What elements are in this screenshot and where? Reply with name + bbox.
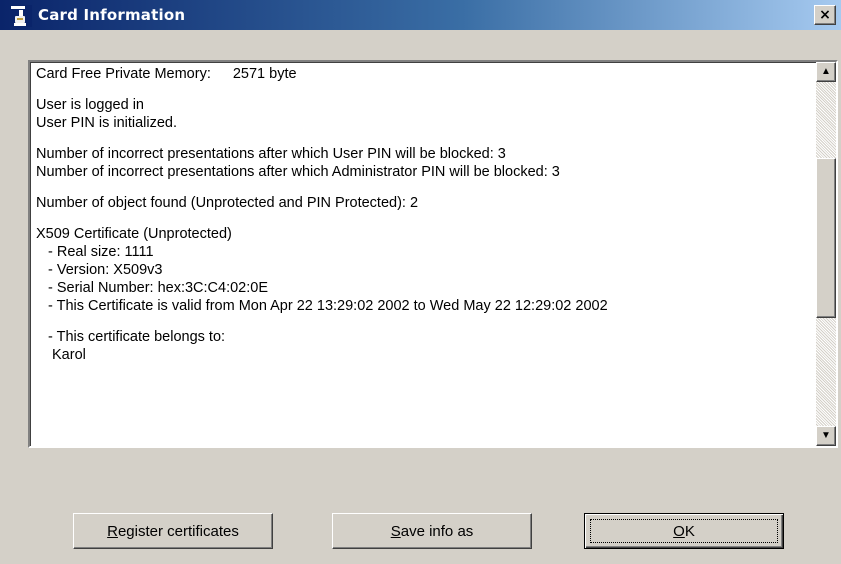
objects-found: Number of object found (Unprotected and … xyxy=(36,195,419,211)
memory-label: Card Free Private Memory: xyxy=(36,66,211,82)
register-certificates-label: Register certificates xyxy=(107,522,239,540)
admin-pin-attempts: Number of incorrect presentations after … xyxy=(36,164,560,180)
cert-serial: - Serial Number: hex:3C:C4:02:0E xyxy=(48,280,269,296)
arrow-up-icon: ▲ xyxy=(821,66,831,77)
card-info-textbox[interactable]: Card Free Private Memory: 2571 byte User … xyxy=(28,60,838,448)
ok-button[interactable]: OK xyxy=(584,513,784,549)
memory-line: Card Free Private Memory: 2571 byte xyxy=(36,65,806,83)
scroll-up-button[interactable]: ▲ xyxy=(816,62,836,82)
save-info-as-button[interactable]: Save info as xyxy=(332,513,532,549)
save-info-as-label: Save info as xyxy=(390,522,474,540)
close-icon: × xyxy=(819,7,831,23)
cert-header: X509 Certificate (Unprotected) xyxy=(36,226,232,242)
scroll-down-button[interactable]: ▼ xyxy=(816,426,836,446)
scroll-thumb[interactable] xyxy=(816,158,836,318)
smartcard-app-icon xyxy=(10,5,32,27)
register-certificates-button[interactable]: Register certificates xyxy=(73,513,273,549)
memory-value: 2571 byte xyxy=(232,66,297,82)
card-info-content: Card Free Private Memory: 2571 byte User … xyxy=(36,65,806,364)
close-button[interactable]: × xyxy=(814,5,836,25)
cert-belongs-to: - This certificate belongs to: xyxy=(48,329,226,345)
cert-owner: Karol xyxy=(52,347,86,363)
arrow-down-icon: ▼ xyxy=(821,430,831,441)
pin-status: User PIN is initialized. xyxy=(36,115,178,131)
cert-validity: - This Certificate is valid from Mon Apr… xyxy=(48,298,608,314)
cert-version: - Version: X509v3 xyxy=(48,262,163,278)
vertical-scrollbar[interactable]: ▲ ▼ xyxy=(816,62,836,446)
cert-real-size: - Real size: 1111 xyxy=(48,244,154,260)
login-status: User is logged in xyxy=(36,97,144,113)
user-pin-attempts: Number of incorrect presentations after … xyxy=(36,146,506,162)
title-bar[interactable]: Card Information × xyxy=(0,0,841,30)
window-title: Card Information xyxy=(38,6,186,24)
ok-label: OK xyxy=(673,522,695,540)
